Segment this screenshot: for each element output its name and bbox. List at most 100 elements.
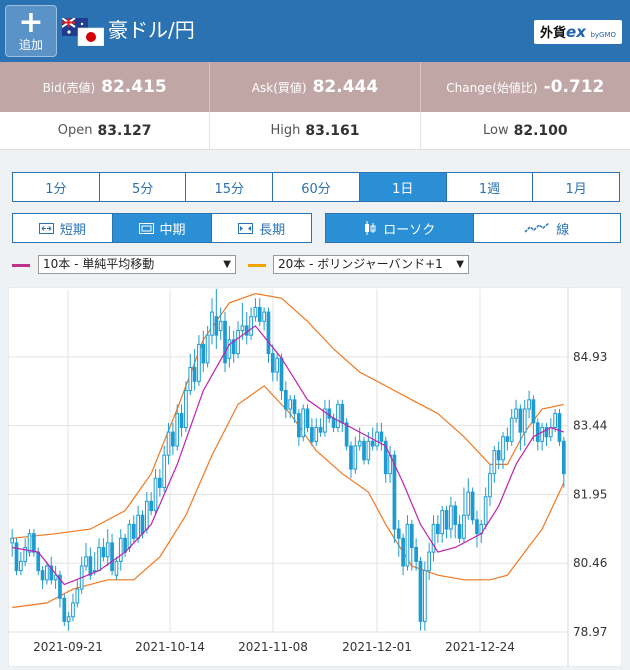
low-cell: Low 82.100 (421, 112, 630, 149)
candle-body (84, 556, 88, 567)
quote-row: Bid(売値) 82.415 Ask(買値) 82.444 Change(始値比… (0, 62, 630, 112)
candle-body (331, 417, 336, 428)
candle-body (227, 339, 232, 359)
long-term-label: 長期 (259, 222, 286, 238)
candle-body (405, 523, 410, 567)
open-label: Open (57, 123, 93, 138)
x-tick-label: 2021-10-14 (135, 640, 205, 654)
candle-body (301, 408, 306, 438)
price-chart[interactable]: 84.93 83.44 81.95 80.46 78.97 2021-09-21 2021-… (8, 287, 622, 667)
candle-body (375, 431, 379, 447)
y-tick-label: 80.46 (573, 556, 607, 570)
open-value: 83.127 (97, 122, 152, 139)
x-tick-label: 2021-12-01 (342, 640, 412, 654)
tab-1week[interactable]: 1週 (447, 173, 534, 201)
candle-body (396, 528, 401, 539)
tab-candlestick[interactable]: ローソク (326, 214, 474, 242)
candle-body (62, 597, 67, 622)
candle-body (166, 431, 171, 456)
chevron-down-icon: ▼ (223, 259, 231, 270)
candle-body (310, 426, 314, 442)
ask-label: Ask(買値) (251, 80, 307, 95)
candle-body (275, 357, 279, 373)
change-value: -0.712 (543, 77, 605, 97)
candle-body (205, 334, 210, 364)
candle-body (440, 510, 445, 535)
brand-ex: ex (566, 23, 586, 41)
candle-body (553, 413, 557, 428)
candle-body (197, 343, 201, 382)
candle-body (401, 537, 405, 567)
candle-body (501, 436, 505, 461)
tab-15min[interactable]: 15分 (186, 173, 274, 201)
low-value: 82.100 (513, 122, 568, 139)
candle-body (158, 477, 162, 489)
aud-jpy-flags-icon (62, 18, 104, 46)
tab-mid-term[interactable]: 中期 (112, 214, 213, 242)
candle-body (114, 560, 119, 576)
candle-body (353, 445, 358, 470)
mid-term-icon (138, 222, 154, 234)
low-label: Low (483, 123, 509, 138)
candle-body (557, 413, 562, 442)
candle-body (179, 413, 184, 428)
long-term-icon (238, 222, 254, 234)
indicator-row: 10本 - 単純平均移動 ▼ 20本 - ボリンジャーバンド+1 ▼ (12, 255, 622, 275)
x-tick-label: 2021-12-24 (445, 640, 515, 654)
candle-body (127, 523, 132, 549)
tab-1day[interactable]: 1日 (359, 173, 447, 201)
candle-body (362, 440, 366, 461)
term-tabs: 短期 中期 長期 (12, 213, 312, 243)
candle-body (418, 560, 423, 622)
candle-body (105, 542, 110, 558)
candle-body (66, 616, 71, 622)
tab-long-term[interactable]: 長期 (212, 214, 311, 242)
high-cell: High 83.161 (210, 112, 421, 149)
candle-body (110, 542, 114, 572)
candle-body (101, 547, 106, 558)
band-select[interactable]: 20本 - ボリンジャーバンド+1 ▼ (273, 255, 469, 274)
candle-body (314, 426, 319, 442)
candle-body (262, 311, 266, 322)
candlestick-icon (365, 221, 376, 235)
candle-body (10, 537, 15, 544)
candle-body (19, 560, 23, 572)
candle-body (240, 325, 245, 332)
chart-type-tabs: ローソク 線 (325, 213, 621, 243)
y-tick-label: 78.97 (573, 625, 607, 639)
candle-body (171, 431, 175, 447)
tab-line[interactable]: 線 (474, 214, 621, 242)
change-label: Change(始値比) (446, 80, 538, 95)
candle-body (218, 320, 223, 332)
tab-1month[interactable]: 1月 (533, 173, 619, 201)
bid-label: Bid(売値) (42, 80, 96, 95)
add-button[interactable]: + 追加 (5, 5, 57, 57)
tab-1min[interactable]: 1分 (13, 173, 100, 201)
short-term-label: 短期 (59, 222, 86, 238)
pair-title: 豪ドル/円 (108, 18, 195, 42)
tab-5min[interactable]: 5分 (100, 173, 187, 201)
high-value: 83.161 (305, 122, 360, 139)
candle-body (201, 343, 206, 364)
tab-60min[interactable]: 60分 (273, 173, 360, 201)
candle-body (45, 565, 49, 581)
candle-body (457, 523, 462, 539)
add-button-label: 追加 (18, 38, 43, 52)
candle-body (270, 353, 275, 373)
candle-body (53, 574, 58, 581)
ma-select-value: 10本 - 単純平均移動 (43, 257, 155, 271)
candle-body (340, 403, 345, 424)
tab-short-term[interactable]: 短期 (13, 214, 113, 242)
candle-body (422, 570, 427, 622)
candle-body (409, 523, 414, 549)
ma-select[interactable]: 10本 - 単純平均移動 ▼ (38, 255, 236, 274)
short-term-icon (38, 222, 54, 234)
candle-body (210, 311, 214, 336)
candle-body (123, 537, 127, 553)
line-label: 線 (556, 222, 570, 238)
y-tick-label: 83.44 (573, 419, 607, 433)
candle-body (136, 514, 140, 539)
candle-body (214, 316, 219, 336)
candle-body (40, 570, 45, 581)
bid-value: 82.415 (101, 77, 167, 97)
